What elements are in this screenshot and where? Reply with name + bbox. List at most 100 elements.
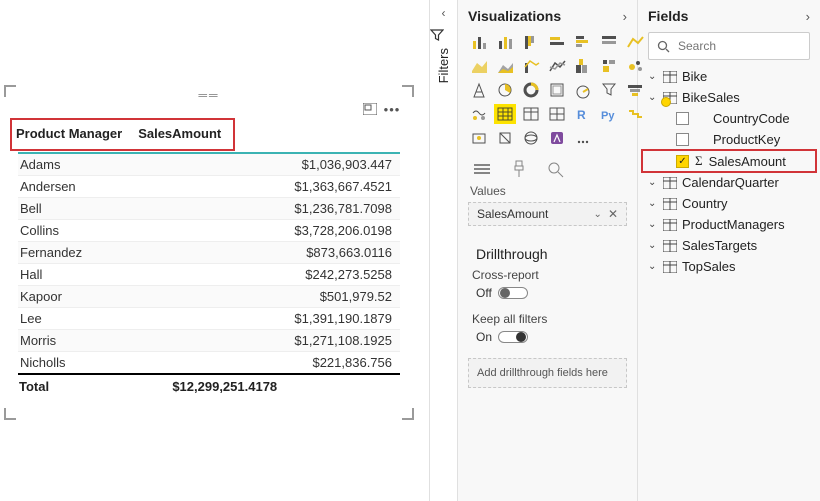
table-row[interactable]: Bell$1,236,781.7098 [18, 198, 400, 220]
format-tab-icon[interactable] [510, 160, 528, 178]
viz-type-9[interactable] [520, 56, 542, 76]
table-label: SalesTargets [682, 238, 757, 253]
expand-filters-icon[interactable]: ‹ [430, 6, 457, 20]
table-row[interactable]: Morris$1,271,108.1925 [18, 330, 400, 352]
table-productmanagers[interactable]: ⌄ ProductManagers [642, 214, 816, 235]
filters-pane-collapsed[interactable]: ‹ Filters [430, 0, 458, 501]
viz-type-5[interactable] [598, 32, 620, 52]
viz-type-0[interactable] [468, 32, 490, 52]
field-checkbox-checked[interactable]: ✓ [676, 155, 689, 168]
viz-type-15[interactable] [494, 80, 516, 100]
values-field-well[interactable]: SalesAmount ⌄ ✕ [468, 202, 627, 226]
field-salesamount[interactable]: ✓ Σ SalesAmount [642, 150, 816, 172]
value-field-dropdown-icon[interactable]: ⌄ [594, 209, 602, 220]
visualization-picker[interactable]: RPy [458, 32, 637, 152]
viz-type-10[interactable] [546, 56, 568, 76]
resize-handle-bl[interactable] [4, 408, 16, 420]
viz-type-20[interactable] [624, 80, 646, 100]
table-country[interactable]: ⌄ Country [642, 193, 816, 214]
table-calendarquarter[interactable]: ⌄ CalendarQuarter [642, 172, 816, 193]
chevron-down-icon[interactable]: ⌄ [648, 92, 658, 103]
analytics-tab-icon[interactable] [546, 160, 566, 178]
viz-type-28[interactable] [468, 128, 490, 148]
table-row[interactable]: Lee$1,391,190.1879 [18, 308, 400, 330]
table-row[interactable]: Andersen$1,363,667.4521 [18, 176, 400, 198]
viz-type-13[interactable] [624, 56, 646, 76]
viz-type-32[interactable] [572, 128, 594, 148]
field-label: CountryCode [713, 111, 790, 126]
collapse-fields-icon[interactable]: › [806, 9, 810, 24]
table-row[interactable]: Fernandez$873,663.0116 [18, 242, 400, 264]
table-row[interactable]: Kapoor$501,979.52 [18, 286, 400, 308]
resize-handle-tl[interactable] [4, 85, 16, 97]
visualizations-pane: Visualizations › RPy Values SalesAmount … [458, 0, 638, 501]
viz-type-12[interactable] [598, 56, 620, 76]
viz-type-11[interactable] [572, 56, 594, 76]
table-row[interactable]: Collins$3,728,206.0198 [18, 220, 400, 242]
field-checkbox[interactable] [676, 133, 689, 146]
table-icon [663, 240, 677, 252]
cell-pm: Collins [18, 220, 171, 242]
viz-type-24[interactable] [546, 104, 568, 124]
drillthrough-drop-area[interactable]: Add drillthrough fields here [468, 358, 627, 388]
table-visual[interactable]: ══ ••• Product Manager SalesAmount Adams… [4, 85, 414, 420]
viz-type-30[interactable] [520, 128, 542, 148]
table-topsales[interactable]: ⌄ TopSales [642, 256, 816, 277]
chevron-right-icon[interactable]: ⌄ [648, 261, 658, 272]
field-checkbox[interactable] [676, 112, 689, 125]
resize-handle-br[interactable] [402, 408, 414, 420]
chevron-right-icon[interactable]: ⌄ [648, 177, 658, 188]
viz-type-3[interactable] [546, 32, 568, 52]
focus-mode-icon[interactable] [362, 102, 378, 116]
table-bikesales[interactable]: ⌄ BikeSales [642, 87, 816, 108]
table-row[interactable]: Nicholls$221,836.756 [18, 352, 400, 375]
viz-type-27[interactable] [624, 104, 646, 124]
cell-amount: $221,836.756 [171, 352, 400, 375]
table-row[interactable]: Hall$242,273.5258 [18, 264, 400, 286]
viz-type-8[interactable] [494, 56, 516, 76]
viz-type-22[interactable] [494, 104, 516, 124]
fields-pane: Fields › ⌄ Bike ⌄ BikeSales [638, 0, 820, 501]
viz-type-2[interactable] [520, 32, 542, 52]
viz-type-18[interactable] [572, 80, 594, 100]
viz-type-19[interactable] [598, 80, 620, 100]
table-row[interactable]: Adams$1,036,903.447 [18, 153, 400, 176]
fields-search[interactable] [648, 32, 810, 60]
remove-value-field-icon[interactable]: ✕ [608, 207, 618, 221]
field-countrycode[interactable]: CountryCode [642, 108, 816, 129]
viz-type-16[interactable] [520, 80, 542, 100]
viz-type-31[interactable] [546, 128, 568, 148]
viz-type-21[interactable] [468, 104, 490, 124]
viz-type-4[interactable] [572, 32, 594, 52]
chevron-right-icon[interactable]: ⌄ [648, 219, 658, 230]
in-use-badge-icon [661, 97, 671, 107]
table-icon [663, 198, 677, 210]
table-bike[interactable]: ⌄ Bike [642, 66, 816, 87]
sigma-icon: Σ [695, 153, 703, 169]
viz-type-17[interactable] [546, 80, 568, 100]
viz-type-14[interactable] [468, 80, 490, 100]
more-options-icon[interactable]: ••• [384, 102, 400, 116]
cross-report-toggle[interactable]: Off [458, 284, 637, 310]
viz-type-26[interactable]: Py [598, 104, 620, 124]
viz-type-6[interactable] [624, 32, 646, 52]
collapse-viz-icon[interactable]: › [623, 9, 627, 24]
viz-type-25[interactable]: R [572, 104, 594, 124]
keep-filters-toggle[interactable]: On [458, 328, 637, 354]
chevron-right-icon[interactable]: ⌄ [648, 198, 658, 209]
viz-type-1[interactable] [494, 32, 516, 52]
field-productkey[interactable]: ProductKey [642, 129, 816, 150]
table-salestargets[interactable]: ⌄ SalesTargets [642, 235, 816, 256]
visual-drag-handle[interactable]: ══ [4, 85, 414, 102]
col-header-product-manager[interactable]: Product Manager [16, 120, 138, 147]
fields-tab-icon[interactable] [472, 160, 492, 178]
viz-type-23[interactable] [520, 104, 542, 124]
resize-handle-tr[interactable] [402, 85, 414, 97]
search-input[interactable] [676, 38, 820, 54]
chevron-right-icon[interactable]: ⌄ [648, 71, 658, 82]
chevron-right-icon[interactable]: ⌄ [648, 240, 658, 251]
report-canvas[interactable]: ══ ••• Product Manager SalesAmount Adams… [0, 0, 430, 501]
viz-type-7[interactable] [468, 56, 490, 76]
col-header-salesamount[interactable]: SalesAmount [138, 120, 229, 147]
viz-type-29[interactable] [494, 128, 516, 148]
